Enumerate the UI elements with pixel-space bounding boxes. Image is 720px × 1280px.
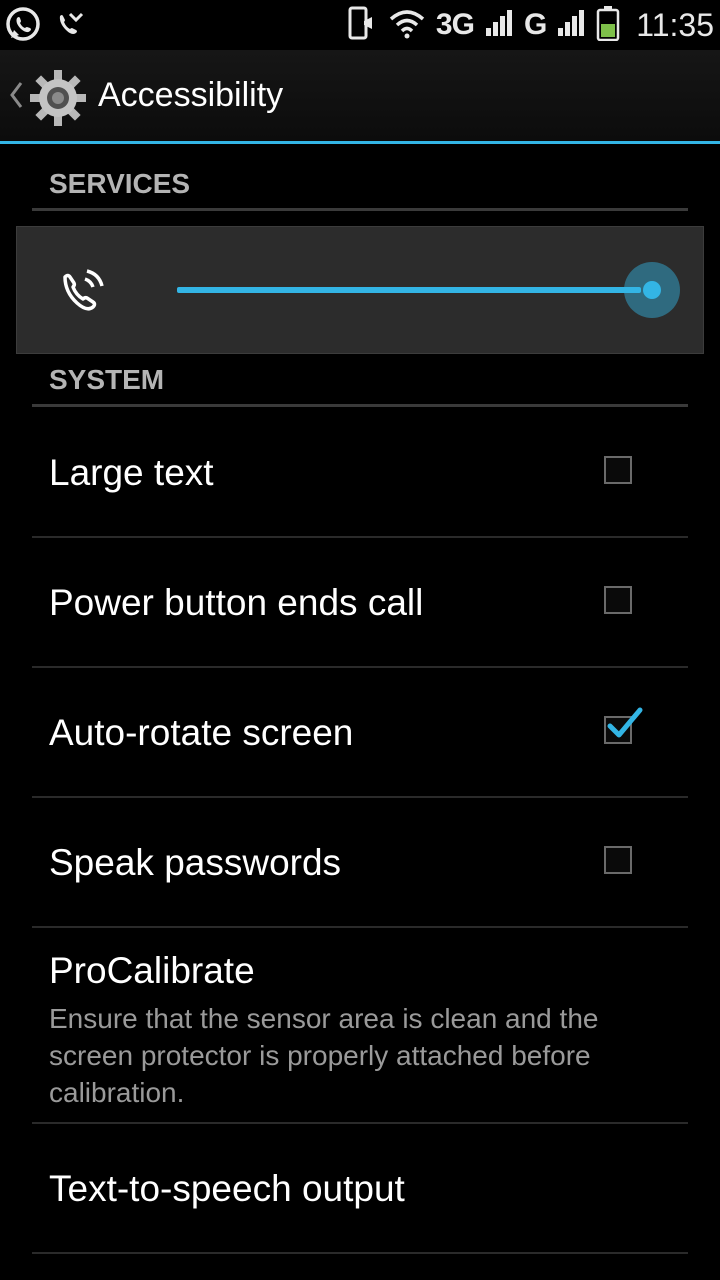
setting-row-large-text[interactable]: Large text — [32, 406, 688, 538]
section-label-system: SYSTEM — [49, 364, 165, 395]
setting-title: Text-to-speech output — [49, 1168, 405, 1209]
setting-title: Large text — [49, 452, 214, 493]
checkmark-icon — [607, 707, 643, 738]
power-button-checkbox[interactable] — [604, 586, 632, 614]
volume-slider-thumb[interactable] — [624, 262, 680, 318]
volume-panel — [16, 226, 704, 354]
large-text-checkbox[interactable] — [604, 456, 632, 484]
wifi-icon — [388, 7, 426, 43]
network-type-2: G — [523, 8, 547, 41]
clock: 11:35 — [636, 6, 714, 43]
setting-row-power-button[interactable]: Power button ends call — [32, 538, 688, 668]
section-label-services: SERVICES — [49, 168, 191, 199]
setting-row-tts-output[interactable]: Text-to-speech output — [32, 1124, 688, 1254]
speak-passwords-checkbox[interactable] — [604, 846, 632, 874]
setting-title: ProCalibrate — [49, 950, 255, 991]
setting-row-speak-passwords[interactable]: Speak passwords — [32, 798, 688, 928]
signal-icon — [484, 8, 514, 42]
setting-title: Auto-rotate screen — [49, 712, 354, 753]
vibrate-icon — [344, 5, 378, 45]
battery-icon — [596, 5, 620, 45]
action-bar: Accessibility — [0, 50, 720, 144]
setting-summary: Ensure that the sensor area is clean and… — [49, 1003, 599, 1108]
signal-icon-2 — [556, 8, 586, 42]
setting-row-auto-rotate[interactable]: Auto-rotate screen — [32, 668, 688, 798]
whatsapp-icon — [4, 6, 42, 48]
section-header-system: SYSTEM — [32, 360, 688, 407]
auto-rotate-checkbox[interactable] — [604, 707, 643, 744]
setting-title: Speak passwords — [49, 842, 342, 883]
status-bar: 3G G 11:35 — [0, 0, 720, 50]
network-type-1: 3G — [435, 8, 475, 41]
settings-gear-icon[interactable] — [28, 68, 88, 132]
volume-slider-track[interactable] — [177, 287, 641, 293]
back-chevron-icon[interactable] — [8, 80, 24, 114]
page-title: Accessibility — [98, 76, 284, 114]
setting-title: Power button ends call — [49, 582, 424, 623]
setting-row-procalibrate[interactable]: ProCalibrate Ensure that the sensor area… — [32, 928, 688, 1124]
missed-call-icon — [52, 6, 86, 48]
ringer-volume-icon — [57, 267, 107, 321]
section-header-services: SERVICES — [32, 164, 688, 211]
